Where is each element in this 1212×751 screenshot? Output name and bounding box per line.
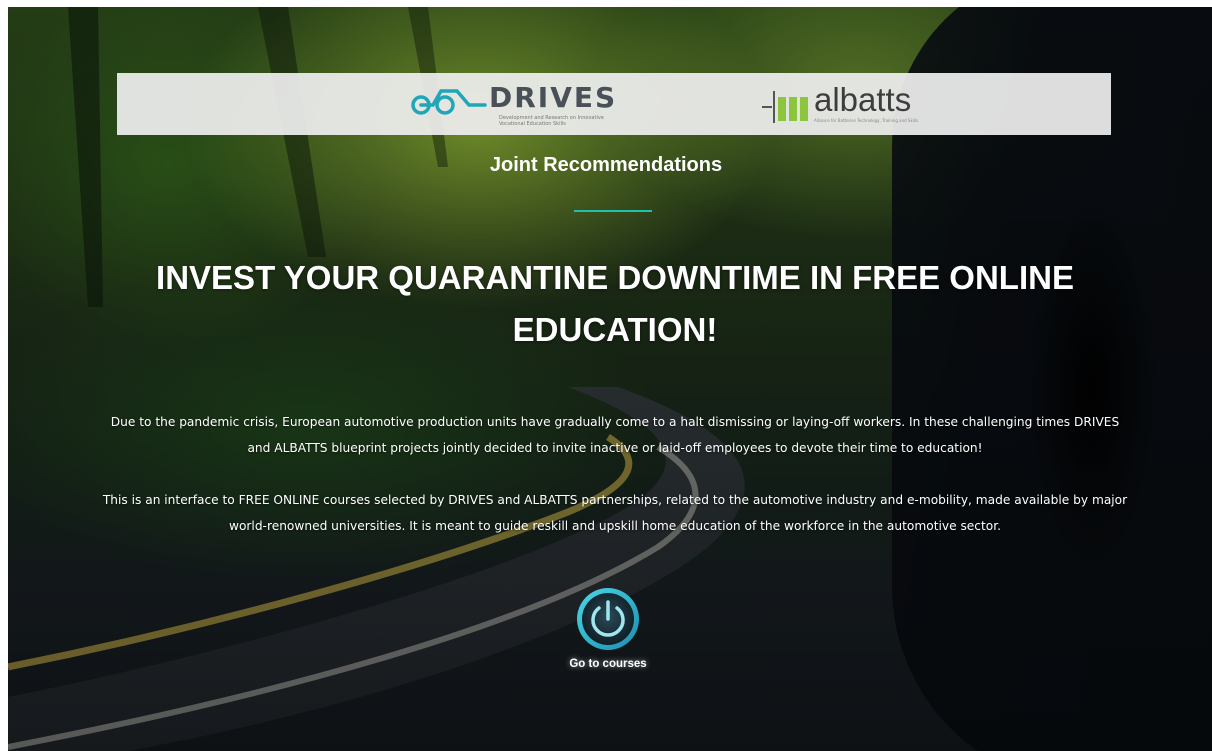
section-subtitle: Joint Recommendations xyxy=(489,154,723,176)
go-to-courses-label[interactable]: Go to courses xyxy=(550,658,666,670)
drives-logo-icon xyxy=(411,89,487,115)
power-icon xyxy=(577,588,639,650)
go-to-courses-button[interactable] xyxy=(575,586,641,652)
drives-logo-tagline: Development and Research on Innovative V… xyxy=(499,115,604,127)
albatts-logo: albatts Alliance for Batteries Technolog… xyxy=(762,81,962,129)
drives-logo: DRIVES Development and Research on Innov… xyxy=(407,79,637,129)
albatts-logo-tagline: Alliance for Batteries Technology, Train… xyxy=(814,118,919,123)
drives-logo-text: DRIVES xyxy=(489,81,618,114)
accent-divider xyxy=(574,210,652,212)
partner-logo-bar: DRIVES Development and Research on Innov… xyxy=(117,73,1111,135)
albatts-logo-icon xyxy=(762,91,808,123)
albatts-logo-text: albatts xyxy=(814,81,912,118)
page-headline: INVEST YOUR QUARANTINE DOWNTIME IN FREE … xyxy=(156,259,1074,348)
intro-paragraph: Due to the pandemic crisis, European aut… xyxy=(110,415,1120,455)
description-paragraph: This is an interface to FREE ONLINE cour… xyxy=(102,493,1128,533)
